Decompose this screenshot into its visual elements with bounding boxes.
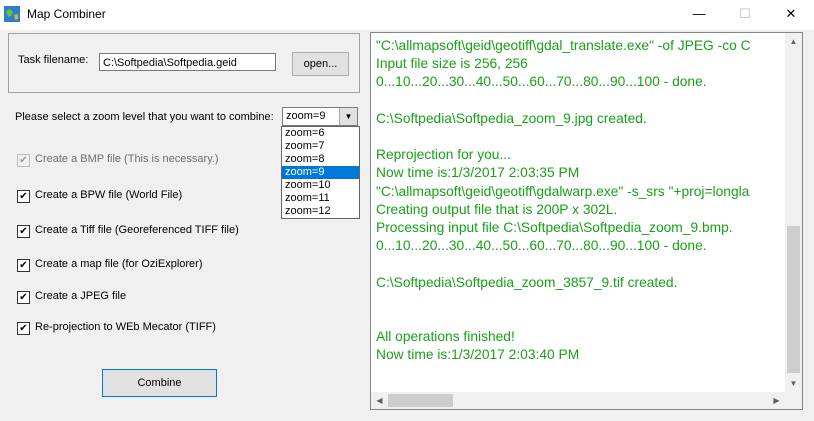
log-line: "C:\allmapsoft\geid\geotiff\gdalwarp.exe… [376,183,750,199]
vertical-scrollbar[interactable]: ▲ ▼ [785,33,802,392]
window-title: Map Combiner [27,7,106,21]
chevron-down-icon[interactable]: ▼ [339,108,357,125]
vertical-scroll-thumb[interactable] [787,226,800,373]
log-line: "C:\allmapsoft\geid\geotiff\gdal_transla… [376,38,751,53]
zoom-option[interactable]: zoom=6 [282,127,359,140]
log-text: "C:\allmapsoft\geid\geotiff\gdal_transla… [376,37,776,365]
zoom-option[interactable]: zoom=12 [282,205,359,218]
horizontal-scroll-thumb[interactable] [388,394,453,407]
jpeg-checkbox[interactable]: ✔ [17,291,30,304]
scroll-left-icon[interactable]: ◀ [371,392,388,409]
bpw-checkbox[interactable]: ✔ [17,190,30,203]
combine-button[interactable]: Combine [102,369,217,397]
log-line: 0...10...20...30...40...50...60...70...8… [376,74,707,90]
scroll-right-icon[interactable]: ▶ [768,392,785,409]
tiff-checkbox-label: Create a Tiff file (Georeferenced TIFF f… [35,224,239,236]
minimize-button[interactable]: — [676,0,722,30]
log-line: Reprojection for you... [376,147,511,163]
zoom-label: Please select a zoom level that you want… [15,111,274,123]
zoom-select[interactable]: zoom=9 ▼ [282,107,358,126]
tiff-checkbox[interactable]: ✔ [17,225,30,238]
bmp-checkbox-label: Create a BMP file (This is necessary.) [35,153,219,165]
scrollbar-corner [785,392,802,409]
map-file-checkbox[interactable]: ✔ [17,259,30,272]
task-filename-input[interactable]: C:\Softpedia\Softpedia.geid [99,53,276,71]
bpw-checkbox-label: Create a BPW file (World File) [35,189,183,201]
log-line: Input file size is 256, 256 [376,56,528,72]
zoom-selected-value: zoom=9 [286,110,326,122]
log-line: Processing input file C:\Softpedia\Softp… [376,220,733,236]
horizontal-scrollbar[interactable]: ◀ ▶ [371,392,785,409]
log-line: C:\Softpedia\Softpedia_zoom_3857_9.tif c… [376,274,678,290]
close-button[interactable]: ✕ [768,0,814,30]
maximize-button[interactable]: ☐ [722,0,768,30]
bmp-checkbox[interactable]: ✔ [17,154,30,167]
zoom-option-selected[interactable]: zoom=9 [282,166,359,179]
zoom-option[interactable]: zoom=7 [282,140,359,153]
log-line: Now time is:1/3/2017 2:03:35 PM [376,165,580,181]
zoom-option[interactable]: zoom=11 [282,192,359,205]
map-file-checkbox-label: Create a map file (for OziExplorer) [35,258,203,270]
map-globe-icon [4,6,20,22]
log-line: Now time is:1/3/2017 2:03:40 PM [376,347,580,363]
open-button[interactable]: open... [292,52,349,76]
log-line: All operations finished! [376,329,515,345]
zoom-dropdown-list: zoom=6 zoom=7 zoom=8 zoom=9 zoom=10 zoom… [281,126,360,219]
zoom-option[interactable]: zoom=8 [282,153,359,166]
log-line: 0...10...20...30...40...50...60...70...8… [376,238,707,254]
task-file-group: Task filename: C:\Softpedia\Softpedia.ge… [8,33,360,93]
scroll-up-icon[interactable]: ▲ [785,33,802,50]
title-bar: Map Combiner — ☐ ✕ [0,0,814,30]
zoom-option[interactable]: zoom=10 [282,179,359,192]
reprojection-checkbox-label: Re-projection to WEb Mecator (TIFF) [35,321,216,333]
reprojection-checkbox[interactable]: ✔ [17,322,30,335]
log-line: C:\Softpedia\Softpedia_zoom_9.jpg create… [376,110,647,126]
log-line: Creating output file that is 200P x 302L… [376,201,618,217]
scroll-down-icon[interactable]: ▼ [785,375,802,392]
jpeg-checkbox-label: Create a JPEG file [35,290,127,302]
task-filename-label: Task filename: [18,54,89,66]
log-output[interactable]: "C:\allmapsoft\geid\geotiff\gdal_transla… [370,32,803,410]
